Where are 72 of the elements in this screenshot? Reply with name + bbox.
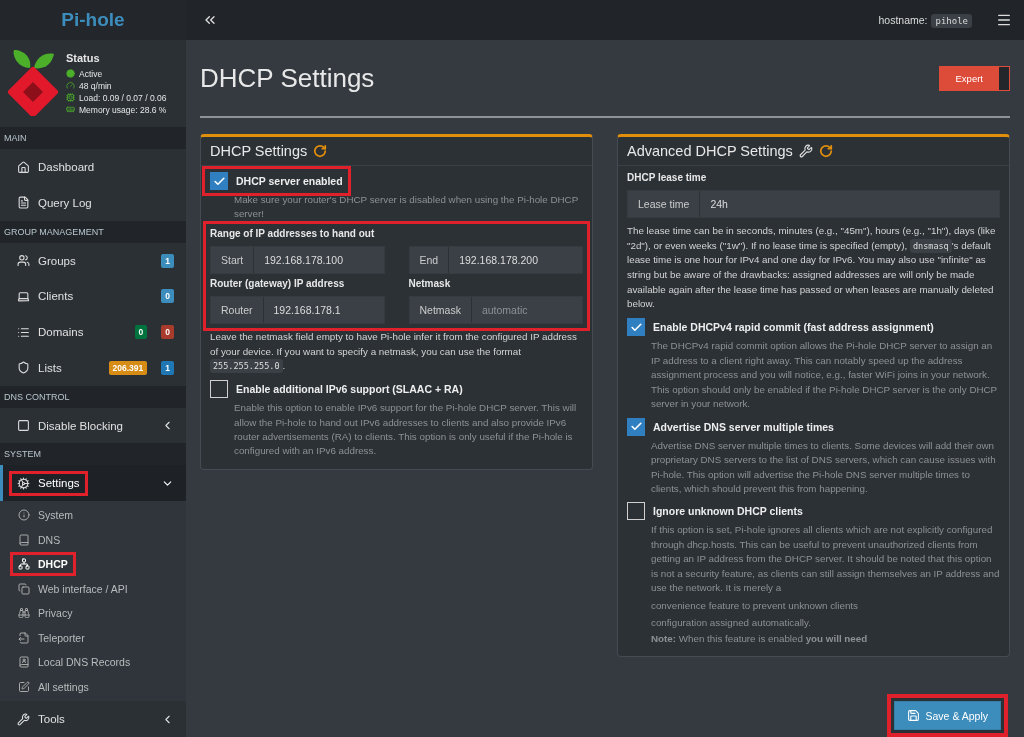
- input-field[interactable]: 192.168.178.200: [449, 246, 582, 273]
- sidebar-subitem[interactable]: DHCP: [0, 552, 186, 577]
- count-badge: 1: [161, 253, 174, 268]
- status-title: Status: [66, 51, 101, 64]
- option-description: configuration assigned automatically.: [651, 615, 811, 630]
- sidebar-item[interactable]: Domains 0 0: [0, 314, 186, 350]
- sidebar-subitem[interactable]: Local DNS Records: [0, 650, 186, 675]
- sidebar-item[interactable]: Clients 0: [0, 278, 186, 315]
- brand-title[interactable]: Pi-hole: [0, 0, 186, 40]
- field-title: Router (gateway) IP address: [210, 277, 346, 291]
- option-description: The DHCPv4 rapid commit option allows the Pi-hole DHCP server to assign an IP address to a client right away. This can notably speed up the address assignment process and you will notice, e.g., faster WiFi joins in your network. This option should only be enabled if the Pi-hole DHCP server is the only DHCP server in your network.: [651, 339, 998, 412]
- input-addon: Start: [211, 246, 255, 273]
- field-title: Range of IP addresses to hand out: [210, 227, 376, 241]
- count-badge: 206.391: [108, 360, 148, 375]
- sidebar-item[interactable]: Settings: [0, 465, 186, 502]
- field-title: Netmask: [408, 277, 452, 291]
- sidebar-subitem[interactable]: Web interface / API: [0, 576, 186, 602]
- sidebar-item[interactable]: Dashboard: [0, 149, 186, 185]
- input-group[interactable]: Netmask automatic: [408, 295, 583, 324]
- sidebar-item[interactable]: Lists 206.391 1: [0, 349, 186, 386]
- input-group[interactable]: End 192.168.178.200: [408, 245, 583, 274]
- sidebar-subitem[interactable]: Teleporter: [0, 625, 186, 651]
- option-description: Enable this option to enable IPv6 support for the Pi-hole DHCP server. This will allow the Pi-hole to hand out IPv6 addresses to clients and also provide IPv6 router advertisements (RA) to clients. This option is only useful if the Pi-hole is configured with an IPv6 address.: [234, 401, 578, 459]
- section-header: MAIN: [0, 127, 186, 150]
- expert-toggle[interactable]: Expert: [938, 65, 1010, 91]
- sidebar-subitem[interactable]: All settings: [0, 674, 186, 700]
- input-addon: End: [409, 246, 450, 273]
- hostname-text: hostname: pihole: [878, 14, 972, 26]
- status-text: Active: [79, 68, 103, 79]
- input-group[interactable]: Start 192.168.178.100: [210, 245, 385, 274]
- section-header: GROUP MANAGEMENT: [0, 220, 186, 243]
- card-title: DHCP Settings: [210, 143, 308, 159]
- sidebar-item[interactable]: Tools: [0, 701, 186, 737]
- option-description: convenience feature to prevent unknown clients: [651, 598, 858, 613]
- input-addon: Router: [211, 296, 264, 323]
- option-label: DHCP server enabled: [236, 175, 343, 187]
- count-badge: 0: [161, 289, 174, 304]
- sidebar-subitem[interactable]: Privacy: [0, 601, 186, 626]
- input-group[interactable]: Router 192.168.178.1: [210, 295, 385, 324]
- option-label: Enable additional IPv6 support (SLAAC + RA): [236, 383, 463, 396]
- page-title: DHCP Settings: [200, 62, 375, 94]
- sidebar-item[interactable]: Disable Blocking: [0, 407, 186, 444]
- input-field[interactable]: 192.168.178.100: [254, 246, 384, 273]
- option-label: Enable DHCPv4 rapid commit (fast address assignment): [653, 321, 934, 334]
- option-label: Ignore unknown DHCP clients: [653, 505, 803, 518]
- help-text: The lease time can be in seconds, minutes (e.g., "45m"), hours (e.g., "1h"), days (like "2d"), or even weeks ("1w"). If no lease time is specified (empty), dnsmasq 's default lease time is one hour for IPv4 and one day for IPv6. You may also use "infinite" as string but be aware of the drawbacks: assigned addresses are will only be made available again after the lease time has passed or when leases are manually deleted below.: [627, 224, 997, 312]
- status-text: 48 q/min: [79, 80, 112, 91]
- help-text: Leave the netmask field empty to have Pi-hole infer it from the configured IP address of your device. If you want to specify a netmask, you can use the format 255.255.255.0 .: [210, 329, 578, 375]
- sidebar-item[interactable]: Query Log: [0, 184, 186, 221]
- count-badge: 0: [134, 325, 148, 340]
- input-addon: Netmask: [409, 296, 472, 323]
- option-label: Advertise DNS server multiple times: [653, 420, 834, 433]
- input-field[interactable]: 192.168.178.1: [263, 296, 384, 323]
- status-text: Load: 0.09 / 0.07 / 0.06: [79, 92, 167, 103]
- section-header: SYSTEM: [0, 443, 186, 466]
- sidebar-subitem[interactable]: System: [0, 503, 186, 528]
- save-apply-button[interactable]: Save & Apply: [893, 701, 1001, 730]
- sidebar-subitem[interactable]: DNS: [0, 527, 186, 553]
- status-text: Memory usage: 28.6 %: [79, 104, 167, 115]
- count-badge: 1: [161, 360, 174, 375]
- count-badge: 0: [161, 325, 174, 340]
- section-header: DNS CONTROL: [0, 385, 186, 408]
- input-field[interactable]: 24h: [700, 191, 999, 217]
- input-field[interactable]: automatic: [471, 296, 582, 323]
- card-title: Advanced DHCP Settings: [627, 143, 793, 159]
- note-text: Note: When this feature is enabled you will need: [651, 632, 868, 646]
- option-description: Make sure your router's DHCP server is disabled when using the Pi-hole DHCP server!: [234, 193, 579, 222]
- sidebar-item[interactable]: Groups 1: [0, 242, 186, 279]
- option-description: Advertise DNS server multiple times to clients. Some devices will add their own proprietary DNS servers to the list of DNS servers, which can cause issues with Pi-hole. This option will advertise the Pi-hole DNS server multiple times to clients, which should prevent this from happening.: [651, 438, 997, 496]
- field-title: DHCP lease time: [627, 172, 708, 185]
- input-addon: Lease time: [628, 191, 701, 217]
- input-group[interactable]: Lease time 24h: [627, 190, 1000, 218]
